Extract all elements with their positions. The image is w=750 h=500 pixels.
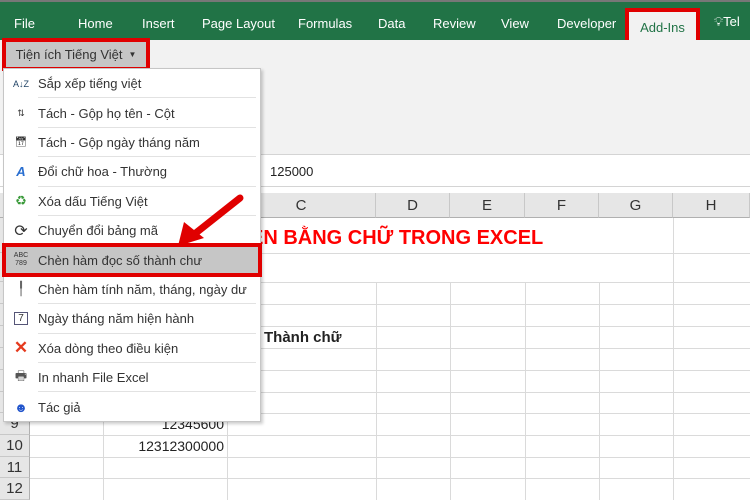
formula-value[interactable]: 125000	[270, 164, 313, 179]
row-header[interactable]: 11	[0, 457, 30, 478]
tab-view[interactable]: View	[501, 16, 529, 31]
author-icon: ☻	[14, 399, 28, 415]
menu-item-sap-xep[interactable]: A↓Z Sắp xếp tiếng việt	[4, 69, 260, 99]
menu-item-tinh-nam-thang-ngay[interactable]: ╿ Chèn hàm tính năm, tháng, ngày dư	[4, 275, 260, 305]
key-icon: ╿	[17, 281, 25, 297]
lightbulb-icon: 💡︎	[714, 14, 724, 29]
cell-b10[interactable]: 12312300000	[103, 438, 224, 454]
menu-item-label: Chèn hàm đọc số thành chư	[38, 252, 203, 268]
tab-formulas[interactable]: Formulas	[298, 16, 352, 31]
sheet-title: ÊN BẰNG CHỮ TRONG EXCEL	[250, 227, 544, 249]
dropdown-arrow-icon: ▼	[128, 50, 137, 59]
tell-me[interactable]: 💡︎Tel	[714, 14, 740, 30]
menu-item-in-nhanh[interactable]: 🖶 In nhanh File Excel	[4, 363, 260, 393]
row-header[interactable]: 10	[0, 435, 30, 457]
cell-c5[interactable]: Thành chữ	[264, 329, 342, 346]
convert-icon: ⟳	[14, 222, 28, 240]
tab-data[interactable]: Data	[378, 16, 405, 31]
tab-file[interactable]: File	[14, 16, 35, 31]
delete-x-icon: ✕	[13, 338, 29, 358]
column-header-d[interactable]: D	[376, 193, 450, 218]
menu-item-label: Ngày tháng năm hiện hành	[38, 311, 195, 327]
tell-me-label: Tel	[723, 14, 740, 29]
menu-item-doi-chu-hoa[interactable]: A Đổi chữ hoa - Thường	[4, 157, 260, 187]
menu-item-label: Tách - Gộp họ tên - Cột	[38, 105, 175, 121]
calendar-icon: 7	[14, 312, 28, 326]
change-case-icon: A	[16, 164, 26, 180]
menu-item-label: Xóa dấu Tiếng Việt	[38, 193, 148, 209]
tab-developer[interactable]: Developer	[557, 16, 616, 31]
menu-item-xoa-dong[interactable]: ✕ Xóa dòng theo điều kiện	[4, 334, 260, 363]
calendar-split-icon: 📅︎	[14, 136, 28, 148]
column-header-h[interactable]: H	[673, 193, 750, 218]
menu-item-label: Tác giả	[38, 399, 81, 415]
sort-az-icon: A↓Z	[12, 78, 29, 89]
red-arrow-annotation	[178, 194, 244, 246]
menu-item-ngay-hien-hanh[interactable]: 7 Ngày tháng năm hiện hành	[4, 304, 260, 334]
number-to-text-icon: ABC 789	[13, 252, 29, 268]
menu-item-label: Đổi chữ hoa - Thường	[38, 164, 168, 180]
remove-accent-icon: ♻︎	[15, 193, 27, 209]
menu-item-label: Chèn hàm tính năm, tháng, ngày dư	[38, 281, 247, 297]
printer-icon: 🖶	[14, 367, 28, 383]
column-header-e[interactable]: E	[450, 193, 525, 218]
button-label: Tiện ích Tiếng Việt	[15, 47, 123, 62]
tab-review[interactable]: Review	[433, 16, 476, 31]
ribbon: File Home Insert Page Layout Formulas Da…	[0, 0, 750, 46]
tab-home[interactable]: Home	[78, 16, 113, 31]
column-header-f[interactable]: F	[525, 193, 599, 218]
menu-item-tac-gia[interactable]: ☻ Tác giả	[4, 392, 260, 421]
menu-item-label: Tách - Gộp ngày tháng năm	[38, 134, 200, 150]
menu-item-tach-gop-ngay[interactable]: 📅︎ Tách - Gộp ngày tháng năm	[4, 128, 260, 158]
row-header[interactable]: 12	[0, 478, 30, 500]
tab-insert[interactable]: Insert	[142, 16, 175, 31]
tien-ich-tieng-viet-button[interactable]: Tiện ích Tiếng Việt ▼	[2, 38, 150, 71]
tab-page-layout[interactable]: Page Layout	[202, 16, 275, 31]
menu-item-label: Xóa dòng theo điều kiện	[38, 340, 179, 356]
menu-item-tach-gop-ho-ten[interactable]: ⇅ Tách - Gộp họ tên - Cột	[4, 98, 260, 128]
menu-item-label: Chuyển đổi bảng mã	[38, 223, 158, 239]
menu-item-label: In nhanh File Excel	[38, 370, 149, 386]
menu-item-label: Sắp xếp tiếng việt	[38, 76, 142, 92]
column-header-g[interactable]: G	[599, 193, 673, 218]
split-merge-icon: ⇅	[17, 107, 25, 118]
